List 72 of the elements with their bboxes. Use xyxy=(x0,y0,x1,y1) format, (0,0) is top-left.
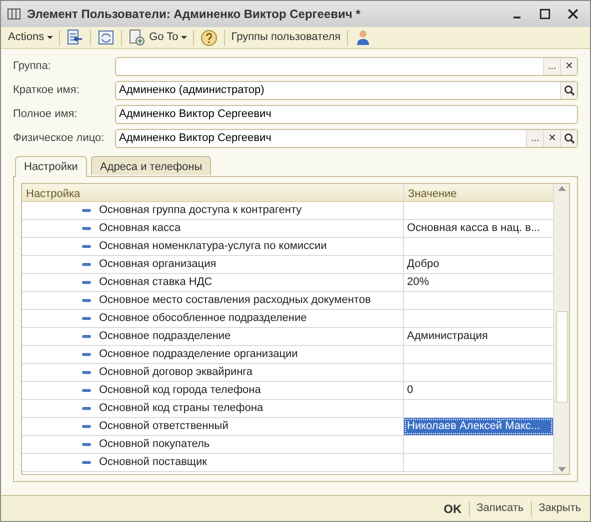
dash-icon xyxy=(82,389,91,392)
column-header[interactable]: Настройка xyxy=(22,184,404,201)
dash-icon xyxy=(82,371,91,374)
column-header[interactable]: Значение xyxy=(404,184,553,201)
field-label: Группа: xyxy=(13,59,52,74)
scrollbar[interactable] xyxy=(553,184,569,474)
dash-icon xyxy=(82,263,91,266)
refresh-icon[interactable] xyxy=(97,28,116,46)
field-label: Физическое лицо: xyxy=(13,131,106,146)
table-cell-text: Основная касса в нац. в... xyxy=(407,221,540,236)
toolbar-button[interactable]: Группы пользователя xyxy=(228,28,344,48)
dash-icon xyxy=(82,299,91,302)
select-button[interactable]: ... xyxy=(526,130,543,147)
table-cell-text: Основная номенклатура-услуга по комиссии xyxy=(99,239,327,254)
document-plus-icon xyxy=(128,28,146,46)
table-cell-text: Основная группа доступа к контрагенту xyxy=(99,203,302,218)
scroll-thumb[interactable] xyxy=(556,311,568,403)
table-cell-text: 20% xyxy=(407,275,430,290)
table-cell-text: Основной покупатель xyxy=(99,437,210,452)
input-field[interactable]: Админенко Виктор Сергеевич ... ✕ xyxy=(115,129,578,148)
window-icon xyxy=(7,7,21,21)
table-cell-text: Основной код города телефона xyxy=(99,383,261,398)
table-cell-text: Основной поставщик xyxy=(99,455,207,470)
help-icon[interactable] xyxy=(200,28,218,46)
clear-button[interactable]: ✕ xyxy=(543,130,560,147)
table-cell-text: Основной договор эквайринга xyxy=(99,365,253,380)
tab[interactable]: Настройки xyxy=(15,156,87,177)
menu-button[interactable]: Go To xyxy=(125,28,190,48)
table-cell-text: Администрация xyxy=(407,329,488,344)
maximize-icon[interactable] xyxy=(538,6,552,22)
list-arrow-icon[interactable] xyxy=(66,28,84,46)
dash-icon xyxy=(82,461,91,464)
dash-icon xyxy=(82,425,91,428)
footer-button[interactable]: Закрыть xyxy=(534,498,586,518)
table-cell-text: Основной ответственный xyxy=(99,419,228,434)
table-cell-text: Добро xyxy=(407,257,440,272)
dash-icon xyxy=(82,353,91,356)
table-cell-text: Основной код страны телефона xyxy=(99,401,264,416)
select-button[interactable]: ... xyxy=(543,58,560,75)
field-label: Краткое имя: xyxy=(13,83,80,98)
dash-icon xyxy=(82,317,91,320)
table-cell-text: Основная касса xyxy=(99,221,181,236)
dash-icon xyxy=(82,209,91,212)
table-cell-text: 0 xyxy=(407,383,414,398)
field-label: Полное имя: xyxy=(13,107,78,122)
input-field[interactable]: Админенко Виктор Сергеевич xyxy=(115,105,578,124)
dash-icon xyxy=(82,281,91,284)
table-cell-text: Основное обособленное подразделение xyxy=(99,311,307,326)
selected-cell[interactable]: Николаев Алексей Макс... xyxy=(404,418,553,435)
dash-icon xyxy=(82,245,91,248)
dash-icon xyxy=(82,443,91,446)
search-icon[interactable] xyxy=(564,133,574,144)
caret-icon xyxy=(47,36,54,39)
ok-button[interactable]: OK xyxy=(438,498,467,518)
dash-icon xyxy=(82,335,91,338)
search-icon[interactable] xyxy=(564,85,574,96)
dash-icon xyxy=(82,227,91,230)
table-cell-text: Основное подразделение организации xyxy=(99,347,298,362)
menu-button[interactable]: Actions xyxy=(5,28,56,48)
window-title: Элемент Пользователи: Админенко Виктор Сергеевич * xyxy=(27,6,360,23)
clear-button[interactable]: ✕ xyxy=(560,58,577,75)
dash-icon xyxy=(82,407,91,410)
input-field[interactable]: ... ✕ xyxy=(115,57,578,76)
close-icon[interactable] xyxy=(566,6,580,22)
table-cell-text: Основное подразделение xyxy=(99,329,231,344)
input-field[interactable]: Админенко (администратор) xyxy=(115,81,578,100)
table-cell-text: Основная ставка НДС xyxy=(99,275,212,290)
caret-icon xyxy=(181,36,188,39)
table-cell-text: Основная организация xyxy=(99,257,216,272)
footer-button[interactable]: Записать xyxy=(472,498,529,518)
table-cell-text: Основное место составления расходных документов xyxy=(99,293,371,308)
tab[interactable]: Адреса и телефоны xyxy=(90,156,212,175)
